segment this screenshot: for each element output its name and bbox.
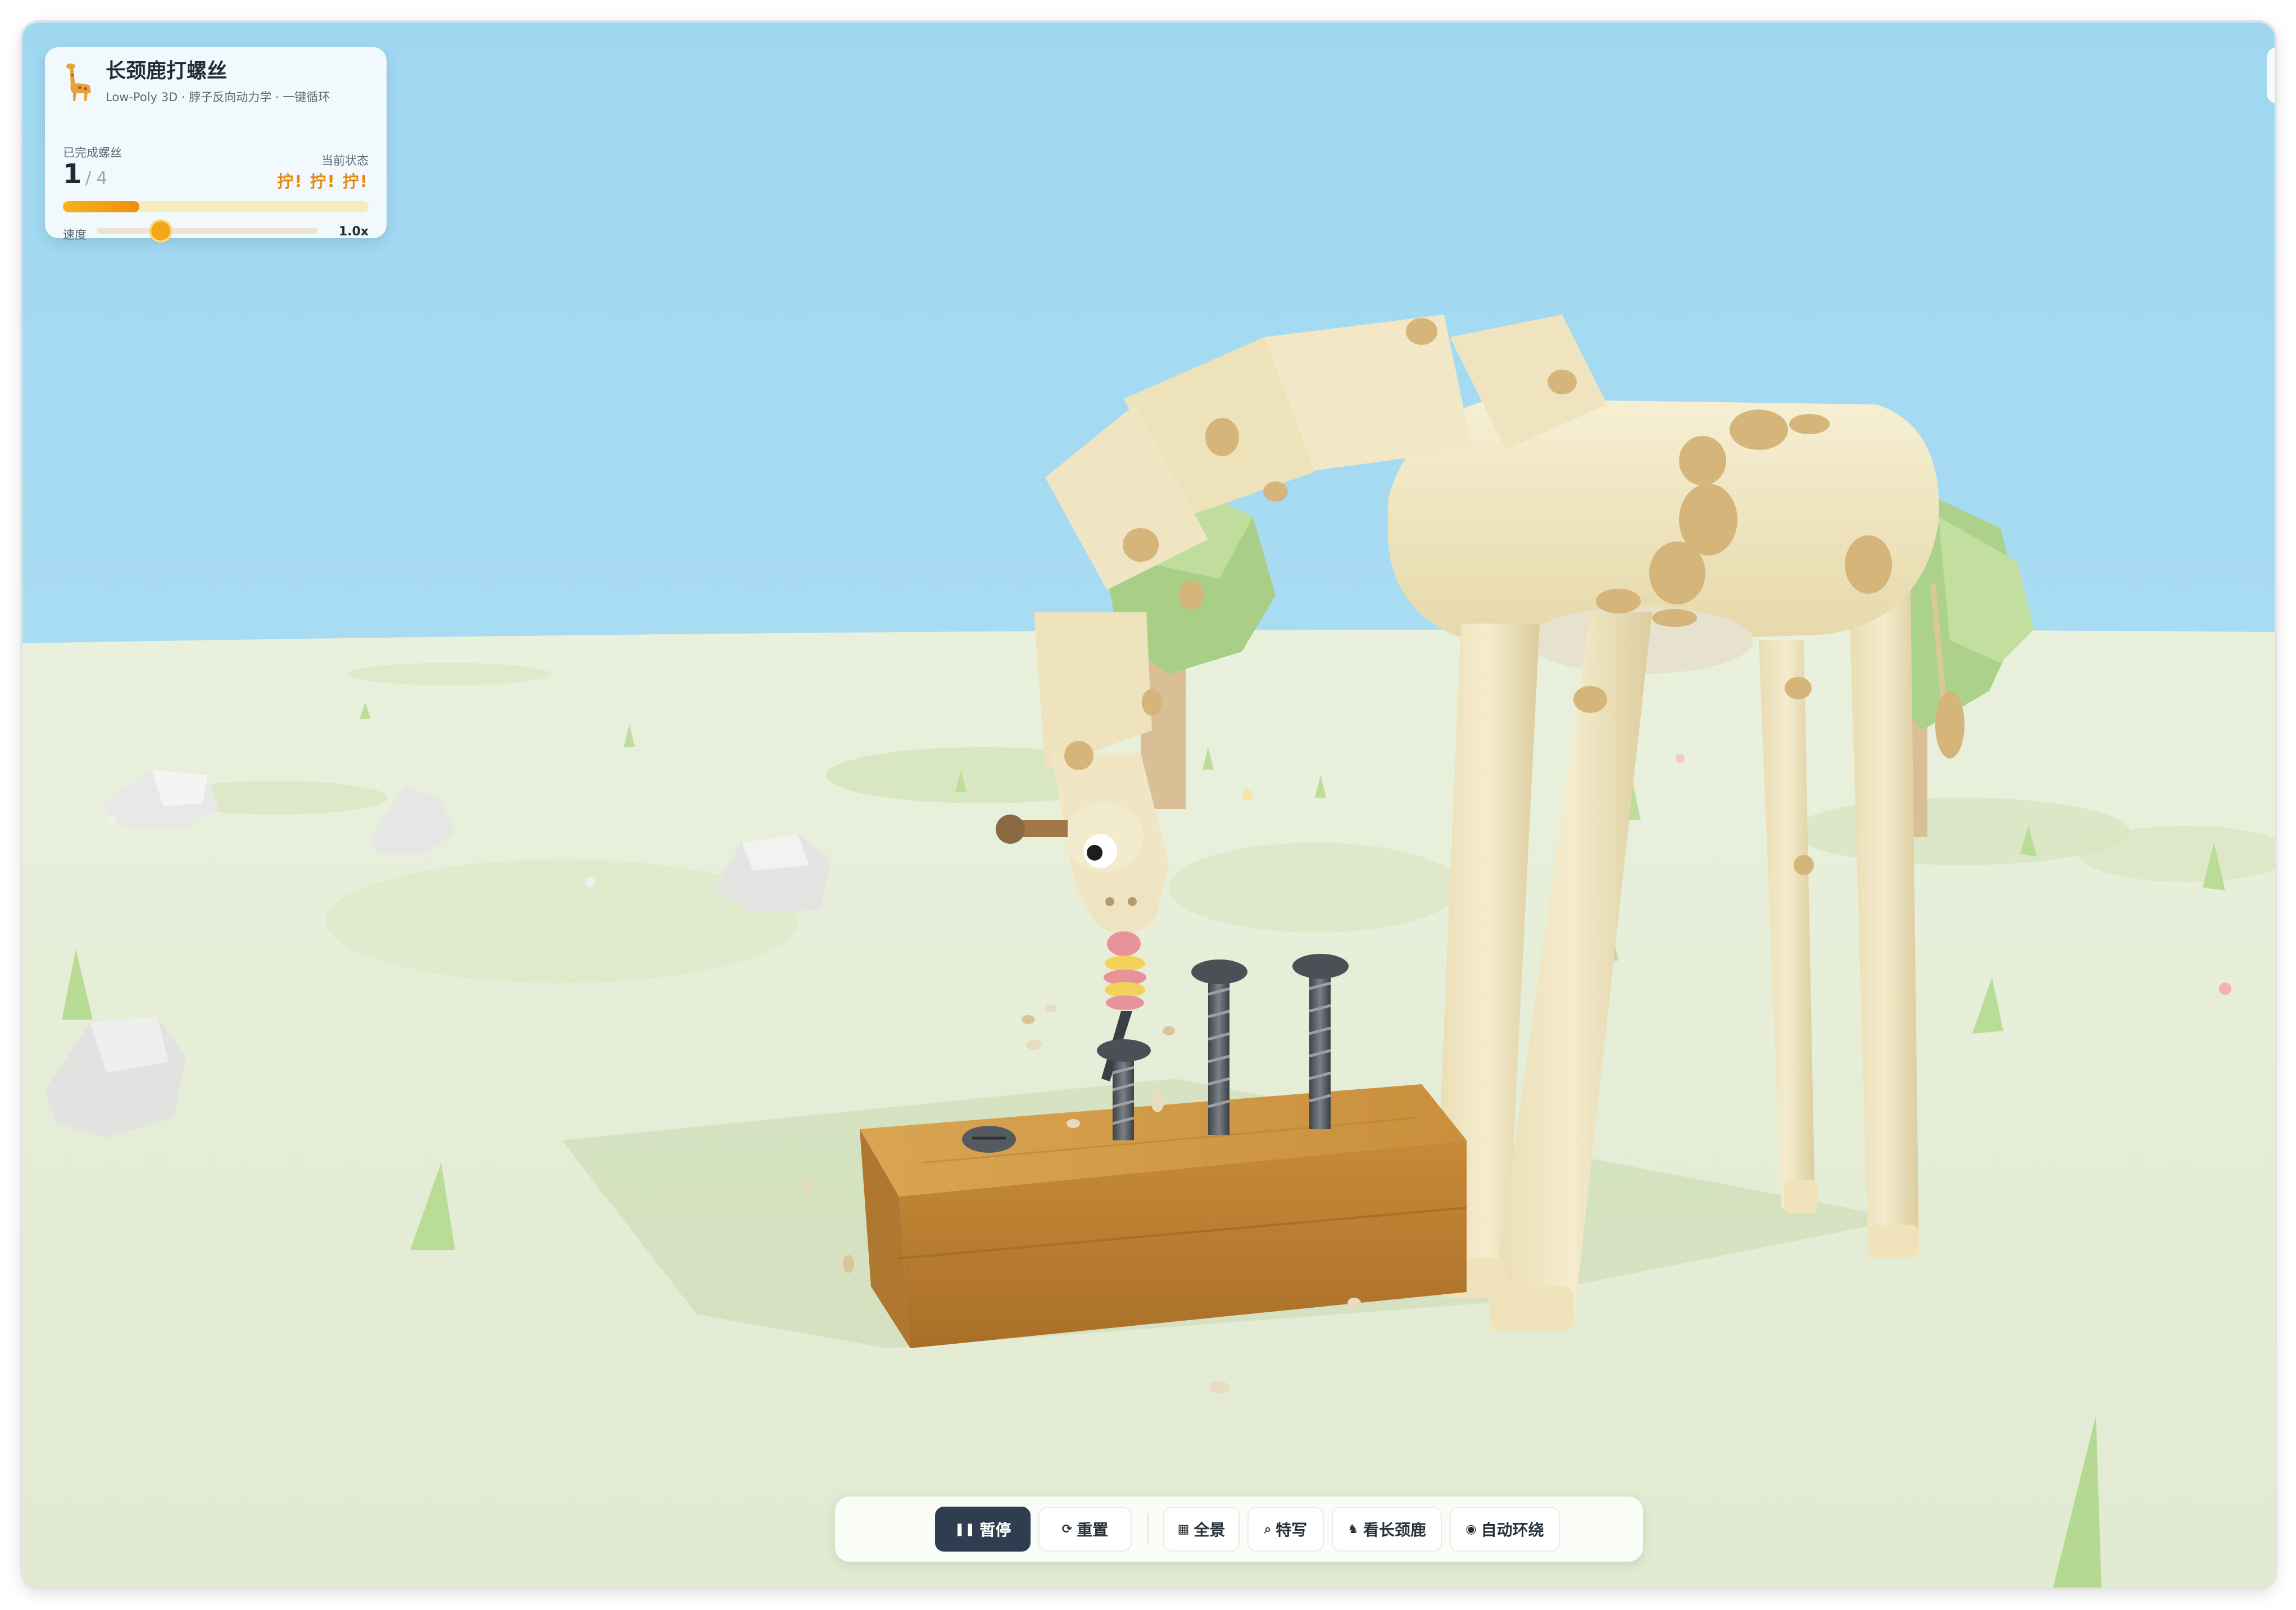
toolbar-divider: [1147, 1513, 1149, 1545]
reset-button[interactable]: ⟳ 重置: [1038, 1507, 1132, 1552]
side-panel-handle[interactable]: [2267, 47, 2275, 103]
speed-slider[interactable]: [97, 221, 318, 240]
magnifier-icon: ⌕: [1264, 1522, 1272, 1536]
camera-toolbar: ❚❚ 暂停 ⟳ 重置 ▦ 全景 ⌕ 特写 ♞ 看长颈鹿 ◉ 自动环绕: [835, 1497, 1643, 1562]
speed-label: 速度: [63, 228, 87, 242]
giraffe-icon: ♞: [1347, 1522, 1359, 1536]
completed-count: 1: [63, 158, 82, 190]
giraffe-icon: [66, 63, 91, 101]
camera-icon: ◉: [1465, 1522, 1477, 1536]
watch-giraffe-label: 看长颈鹿: [1363, 1521, 1426, 1539]
speed-value: 1.0x: [338, 225, 369, 239]
state-value: 拧! 拧! 拧!: [277, 172, 369, 191]
pause-label: 暂停: [979, 1521, 1011, 1539]
app-window: 长颈鹿打螺丝 Low-Poly 3D · 脖子反向动力学 · 一键循环 已完成螺…: [22, 22, 2275, 1588]
3d-viewport[interactable]: [22, 22, 2275, 1588]
watch-giraffe-button[interactable]: ♞ 看长颈鹿: [1332, 1507, 1442, 1552]
pause-button[interactable]: ❚❚ 暂停: [935, 1507, 1031, 1552]
completed-total: / 4: [85, 169, 107, 188]
state-label: 当前状态: [321, 154, 369, 167]
app-title: 长颈鹿打螺丝: [106, 60, 228, 83]
reset-label: 重置: [1077, 1521, 1109, 1539]
pause-icon: ❚❚: [954, 1522, 975, 1536]
speed-slider-knob[interactable]: [151, 221, 171, 240]
progress-fill: [63, 201, 139, 212]
app-subtitle: Low-Poly 3D · 脖子反向动力学 · 一键循环: [106, 90, 330, 104]
status-panel: 长颈鹿打螺丝 Low-Poly 3D · 脖子反向动力学 · 一键循环 已完成螺…: [45, 47, 387, 242]
closeup-label: 特写: [1276, 1521, 1308, 1539]
closeup-button[interactable]: ⌕ 特写: [1247, 1507, 1324, 1552]
auto-orbit-label: 自动环绕: [1481, 1521, 1544, 1539]
overview-label: 全景: [1194, 1521, 1226, 1539]
overview-button[interactable]: ▦ 全景: [1163, 1507, 1240, 1552]
progress-bar: [63, 201, 369, 212]
landscape-icon: ▦: [1177, 1522, 1190, 1536]
auto-orbit-button[interactable]: ◉ 自动环绕: [1450, 1507, 1560, 1552]
reset-icon: ⟳: [1061, 1522, 1073, 1536]
